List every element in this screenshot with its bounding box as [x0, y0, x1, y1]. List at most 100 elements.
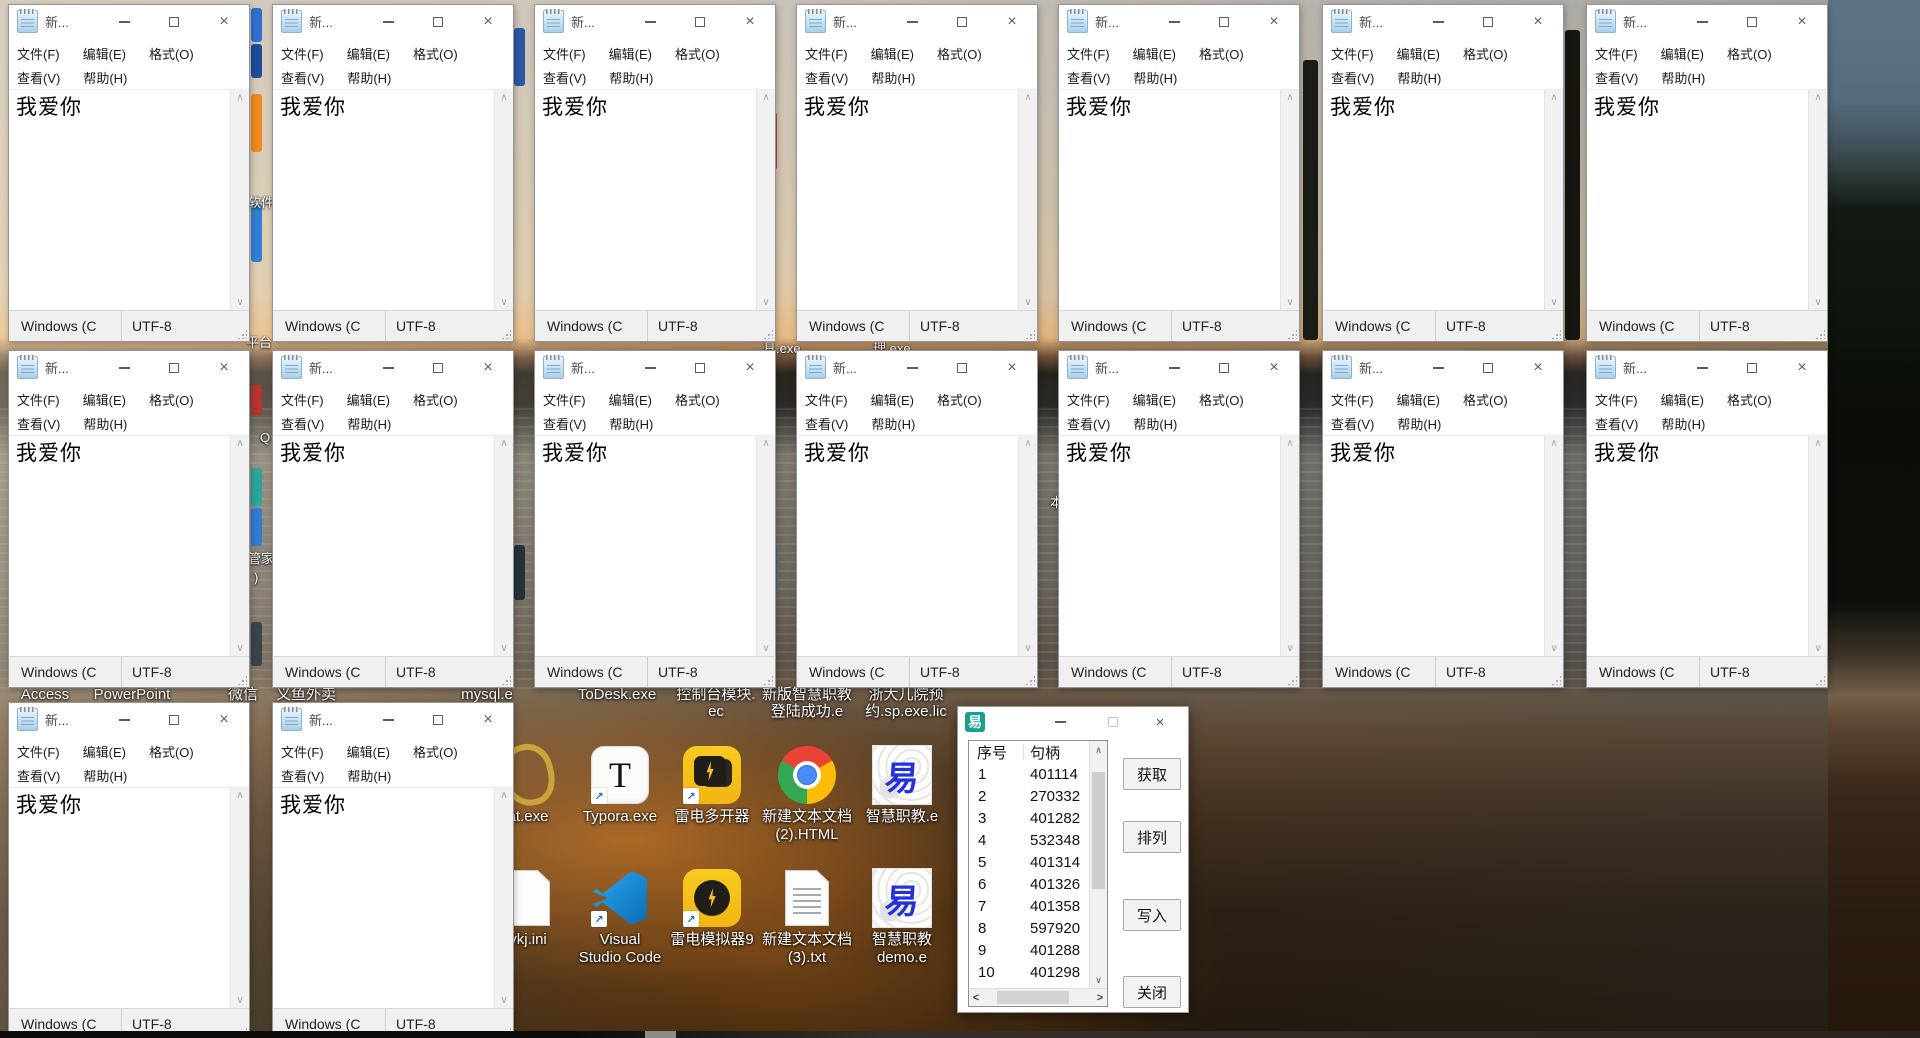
maximize-button[interactable]: [413, 351, 463, 384]
vertical-scrollbar[interactable]: ∧ ∨: [230, 436, 249, 657]
scroll-down-icon[interactable]: ∨: [495, 996, 513, 1006]
menu-format[interactable]: 格式(O): [413, 390, 458, 409]
tool-titlebar[interactable]: 易 ×: [958, 707, 1188, 737]
scroll-down-icon[interactable]: ∨: [757, 644, 775, 654]
scroll-down-icon[interactable]: ∨: [231, 298, 249, 308]
notepad-text-area[interactable]: 我爱你 ∧ ∨: [273, 435, 513, 657]
maximize-button[interactable]: [1463, 351, 1513, 384]
minimize-button[interactable]: [1677, 5, 1727, 38]
notepad-titlebar[interactable]: 新... ×: [9, 5, 249, 38]
vertical-scrollbar[interactable]: ∧ ∨: [1808, 90, 1827, 311]
resize-grip[interactable]: [763, 329, 773, 339]
maximize-button[interactable]: [149, 351, 199, 384]
notepad-titlebar[interactable]: 新... ×: [1323, 351, 1563, 384]
menu-help[interactable]: 帮助(H): [347, 766, 391, 785]
scroll-up-icon[interactable]: ∧: [1281, 439, 1299, 449]
notepad-text-area[interactable]: 我爱你 ∧ ∨: [273, 89, 513, 311]
close-button[interactable]: ×: [987, 5, 1037, 38]
menu-help[interactable]: 帮助(H): [1661, 68, 1705, 87]
minimize-button[interactable]: [363, 351, 413, 384]
menu-file[interactable]: 文件(F): [17, 390, 60, 409]
handle-row[interactable]: 1401114: [969, 763, 1090, 785]
scroll-up-icon[interactable]: ∧: [231, 791, 249, 801]
menu-file[interactable]: 文件(F): [17, 742, 60, 761]
scroll-up-icon[interactable]: ∧: [495, 439, 513, 449]
notepad-titlebar[interactable]: 新... ×: [1323, 5, 1563, 38]
close-button[interactable]: ×: [199, 5, 249, 38]
menu-help[interactable]: 帮助(H): [83, 414, 127, 433]
scroll-down-icon[interactable]: ∨: [1019, 298, 1037, 308]
desktop-icon-label[interactable]: 控制台模块.ec: [676, 686, 755, 720]
menu-edit[interactable]: 编辑(E): [1133, 44, 1176, 63]
close-button[interactable]: ×: [725, 5, 775, 38]
desktop-icon-label[interactable]: PowerPoint: [94, 686, 171, 703]
vertical-scrollbar[interactable]: ∧ ∨: [756, 436, 775, 657]
scroll-down-icon[interactable]: ∨: [1281, 644, 1299, 654]
notepad-text-area[interactable]: 我爱你 ∧ ∨: [9, 89, 249, 311]
write-button[interactable]: 写入: [1123, 899, 1181, 931]
maximize-button[interactable]: [1199, 5, 1249, 38]
scroll-up-icon[interactable]: ∧: [757, 439, 775, 449]
vertical-scrollbar[interactable]: ∧ ∨: [1280, 436, 1299, 657]
handle-row[interactable]: 9401288: [969, 939, 1090, 961]
notepad-text-area[interactable]: 我爱你 ∧ ∨: [535, 89, 775, 311]
tool-minimize-button[interactable]: [1038, 707, 1082, 737]
minimize-button[interactable]: [99, 5, 149, 38]
maximize-button[interactable]: [937, 5, 987, 38]
menu-edit[interactable]: 编辑(E): [347, 742, 390, 761]
handle-row[interactable]: 3401282: [969, 807, 1090, 829]
scrollbar-thumb[interactable]: [1092, 772, 1105, 889]
notepad-text-area[interactable]: 我爱你 ∧ ∨: [273, 787, 513, 1009]
menu-edit[interactable]: 编辑(E): [83, 390, 126, 409]
scroll-down-icon[interactable]: ∨: [1545, 298, 1563, 308]
notepad-text-area[interactable]: 我爱你 ∧ ∨: [797, 89, 1037, 311]
tool-maximize-button[interactable]: [1091, 707, 1135, 737]
close-button[interactable]: ×: [1777, 351, 1827, 384]
maximize-button[interactable]: [149, 5, 199, 38]
menu-view[interactable]: 查看(V): [281, 68, 324, 87]
vertical-scrollbar[interactable]: ∧ ∨: [1280, 90, 1299, 311]
handle-row[interactable]: 2270332: [969, 785, 1090, 807]
menu-file[interactable]: 文件(F): [1331, 390, 1374, 409]
notepad-text-area[interactable]: 我爱你 ∧ ∨: [9, 435, 249, 657]
menu-edit[interactable]: 编辑(E): [1397, 44, 1440, 63]
column-header-handle[interactable]: 句柄: [1021, 742, 1060, 763]
scroll-up-icon[interactable]: ∧: [1281, 93, 1299, 103]
handle-row[interactable]: 6401326: [969, 873, 1090, 895]
menu-format[interactable]: 格式(O): [675, 390, 720, 409]
notepad-text-area[interactable]: 我爱你 ∧ ∨: [1587, 89, 1827, 311]
close-button[interactable]: ×: [463, 5, 513, 38]
maximize-button[interactable]: [1463, 5, 1513, 38]
notepad-titlebar[interactable]: 新... ×: [797, 351, 1037, 384]
notepad-titlebar[interactable]: 新... ×: [1059, 5, 1299, 38]
scroll-up-icon[interactable]: ∧: [231, 93, 249, 103]
scroll-up-icon[interactable]: ∧: [1809, 93, 1827, 103]
menu-format[interactable]: 格式(O): [1199, 44, 1244, 63]
arrange-button[interactable]: 排列: [1123, 821, 1181, 853]
resize-grip[interactable]: [1815, 675, 1825, 685]
desktop-icon-label[interactable]: Access: [21, 686, 69, 703]
handle-row[interactable]: 4532348: [969, 829, 1090, 851]
menu-help[interactable]: 帮助(H): [1133, 68, 1177, 87]
menu-file[interactable]: 文件(F): [543, 390, 586, 409]
menu-edit[interactable]: 编辑(E): [871, 44, 914, 63]
scroll-down-icon[interactable]: ∨: [231, 644, 249, 654]
close-button[interactable]: ×: [463, 703, 513, 736]
minimize-button[interactable]: [1413, 351, 1463, 384]
menu-edit[interactable]: 编辑(E): [347, 44, 390, 63]
handle-row[interactable]: 5401314: [969, 851, 1090, 873]
menu-edit[interactable]: 编辑(E): [83, 44, 126, 63]
close-button[interactable]: ×: [1249, 351, 1299, 384]
menu-view[interactable]: 查看(V): [281, 766, 324, 785]
menu-format[interactable]: 格式(O): [937, 390, 982, 409]
maximize-button[interactable]: [149, 703, 199, 736]
menu-view[interactable]: 查看(V): [543, 414, 586, 433]
handle-row[interactable]: 8597920: [969, 917, 1090, 939]
maximize-button[interactable]: [1199, 351, 1249, 384]
close-button[interactable]: ×: [1513, 351, 1563, 384]
menu-view[interactable]: 查看(V): [1067, 414, 1110, 433]
desktop-icon-label[interactable]: ToDesk.exe: [578, 686, 656, 703]
resize-grip[interactable]: [501, 675, 511, 685]
notepad-text-area[interactable]: 我爱你 ∧ ∨: [1323, 435, 1563, 657]
menu-view[interactable]: 查看(V): [805, 68, 848, 87]
